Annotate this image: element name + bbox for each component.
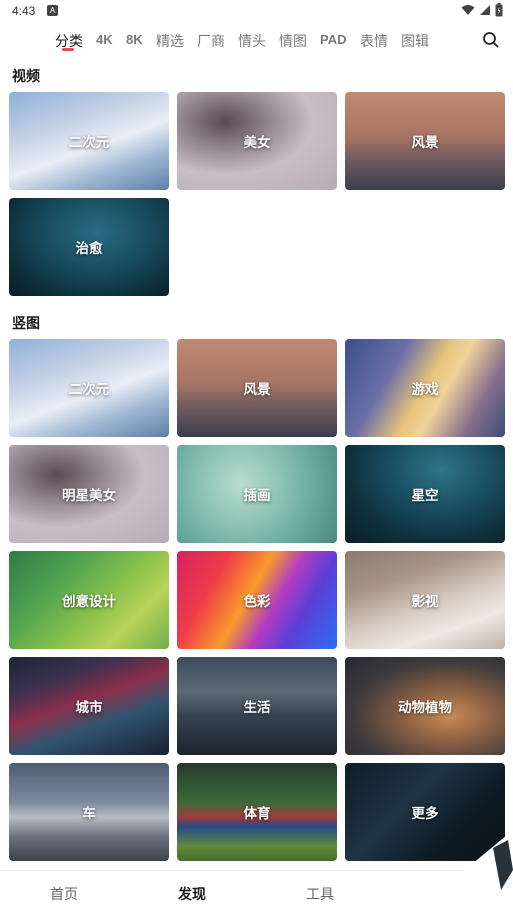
portrait-card-car[interactable]: 车: [9, 763, 169, 861]
signal-icon: [480, 5, 490, 15]
tab-8k[interactable]: 8K: [126, 32, 143, 47]
card-label: 风景: [411, 135, 439, 151]
portrait-card-movie[interactable]: 影视: [345, 551, 505, 649]
card-label: 体育: [243, 806, 271, 822]
video-card-healing[interactable]: 治愈: [9, 198, 169, 296]
video-card-anime[interactable]: 二次元: [9, 92, 169, 190]
card-label: 二次元: [68, 135, 110, 151]
portrait-card-game[interactable]: 游戏: [345, 339, 505, 437]
tab-couple-avatar[interactable]: 情头: [238, 31, 266, 51]
tab-pad[interactable]: PAD: [320, 32, 346, 47]
card-label: 色彩: [243, 594, 271, 610]
category-tab-bar: 分类 4K 8K 精选 厂商 情头 情图 PAD 表情 图辑: [0, 24, 513, 56]
video-card-beauty[interactable]: 美女: [177, 92, 337, 190]
portrait-card-illustration[interactable]: 插画: [177, 445, 337, 543]
card-label: 美女: [243, 135, 271, 151]
status-bar: 4:43 A: [0, 0, 513, 22]
portrait-card-starry-sky[interactable]: 星空: [345, 445, 505, 543]
portrait-card-anime[interactable]: 二次元: [9, 339, 169, 437]
card-label: 生活: [243, 700, 271, 716]
card-label: 治愈: [75, 241, 103, 257]
portrait-card-scenery[interactable]: 风景: [177, 339, 337, 437]
video-card-scenery[interactable]: 风景: [345, 92, 505, 190]
card-label: 插画: [243, 488, 271, 504]
portrait-card-creative-design[interactable]: 创意设计: [9, 551, 169, 649]
portrait-card-color[interactable]: 色彩: [177, 551, 337, 649]
active-tab-indicator: [62, 48, 74, 51]
status-icons: [461, 3, 503, 17]
portrait-card-sports[interactable]: 体育: [177, 763, 337, 861]
tab-album[interactable]: 图辑: [401, 31, 429, 51]
wifi-icon: [461, 5, 475, 15]
card-label: 星空: [411, 488, 439, 504]
portrait-card-life[interactable]: 生活: [177, 657, 337, 755]
notification-icon: A: [47, 5, 58, 16]
tab-emoji[interactable]: 表情: [360, 31, 388, 51]
corner-decoration: [413, 830, 513, 913]
nav-discover[interactable]: 发现: [178, 884, 206, 904]
portrait-card-animals-plants[interactable]: 动物植物: [345, 657, 505, 755]
card-label: 风景: [243, 382, 271, 398]
tab-couple-image[interactable]: 情图: [279, 31, 307, 51]
tab-4k[interactable]: 4K: [96, 32, 113, 47]
card-label: 游戏: [411, 382, 439, 398]
nav-tools[interactable]: 工具: [306, 884, 334, 904]
card-label: 二次元: [68, 382, 110, 398]
portrait-card-city[interactable]: 城市: [9, 657, 169, 755]
status-time: 4:43: [12, 4, 36, 18]
card-label: 动物植物: [398, 700, 452, 716]
card-label: 城市: [75, 700, 103, 716]
tab-vendor[interactable]: 厂商: [197, 31, 225, 51]
battery-icon: [495, 3, 503, 17]
portrait-card-star-beauty[interactable]: 明星美女: [9, 445, 169, 543]
card-label: 更多: [411, 806, 439, 822]
section-title-video: 视频: [12, 69, 40, 85]
card-label: 创意设计: [62, 594, 116, 610]
search-icon: [483, 32, 499, 48]
card-label: 车: [82, 806, 96, 822]
search-button[interactable]: [481, 30, 501, 50]
nav-home[interactable]: 首页: [50, 884, 78, 904]
card-label: 影视: [411, 594, 439, 610]
tab-featured[interactable]: 精选: [156, 31, 184, 51]
section-title-portrait: 竖图: [12, 316, 40, 332]
card-label: 明星美女: [62, 488, 116, 504]
